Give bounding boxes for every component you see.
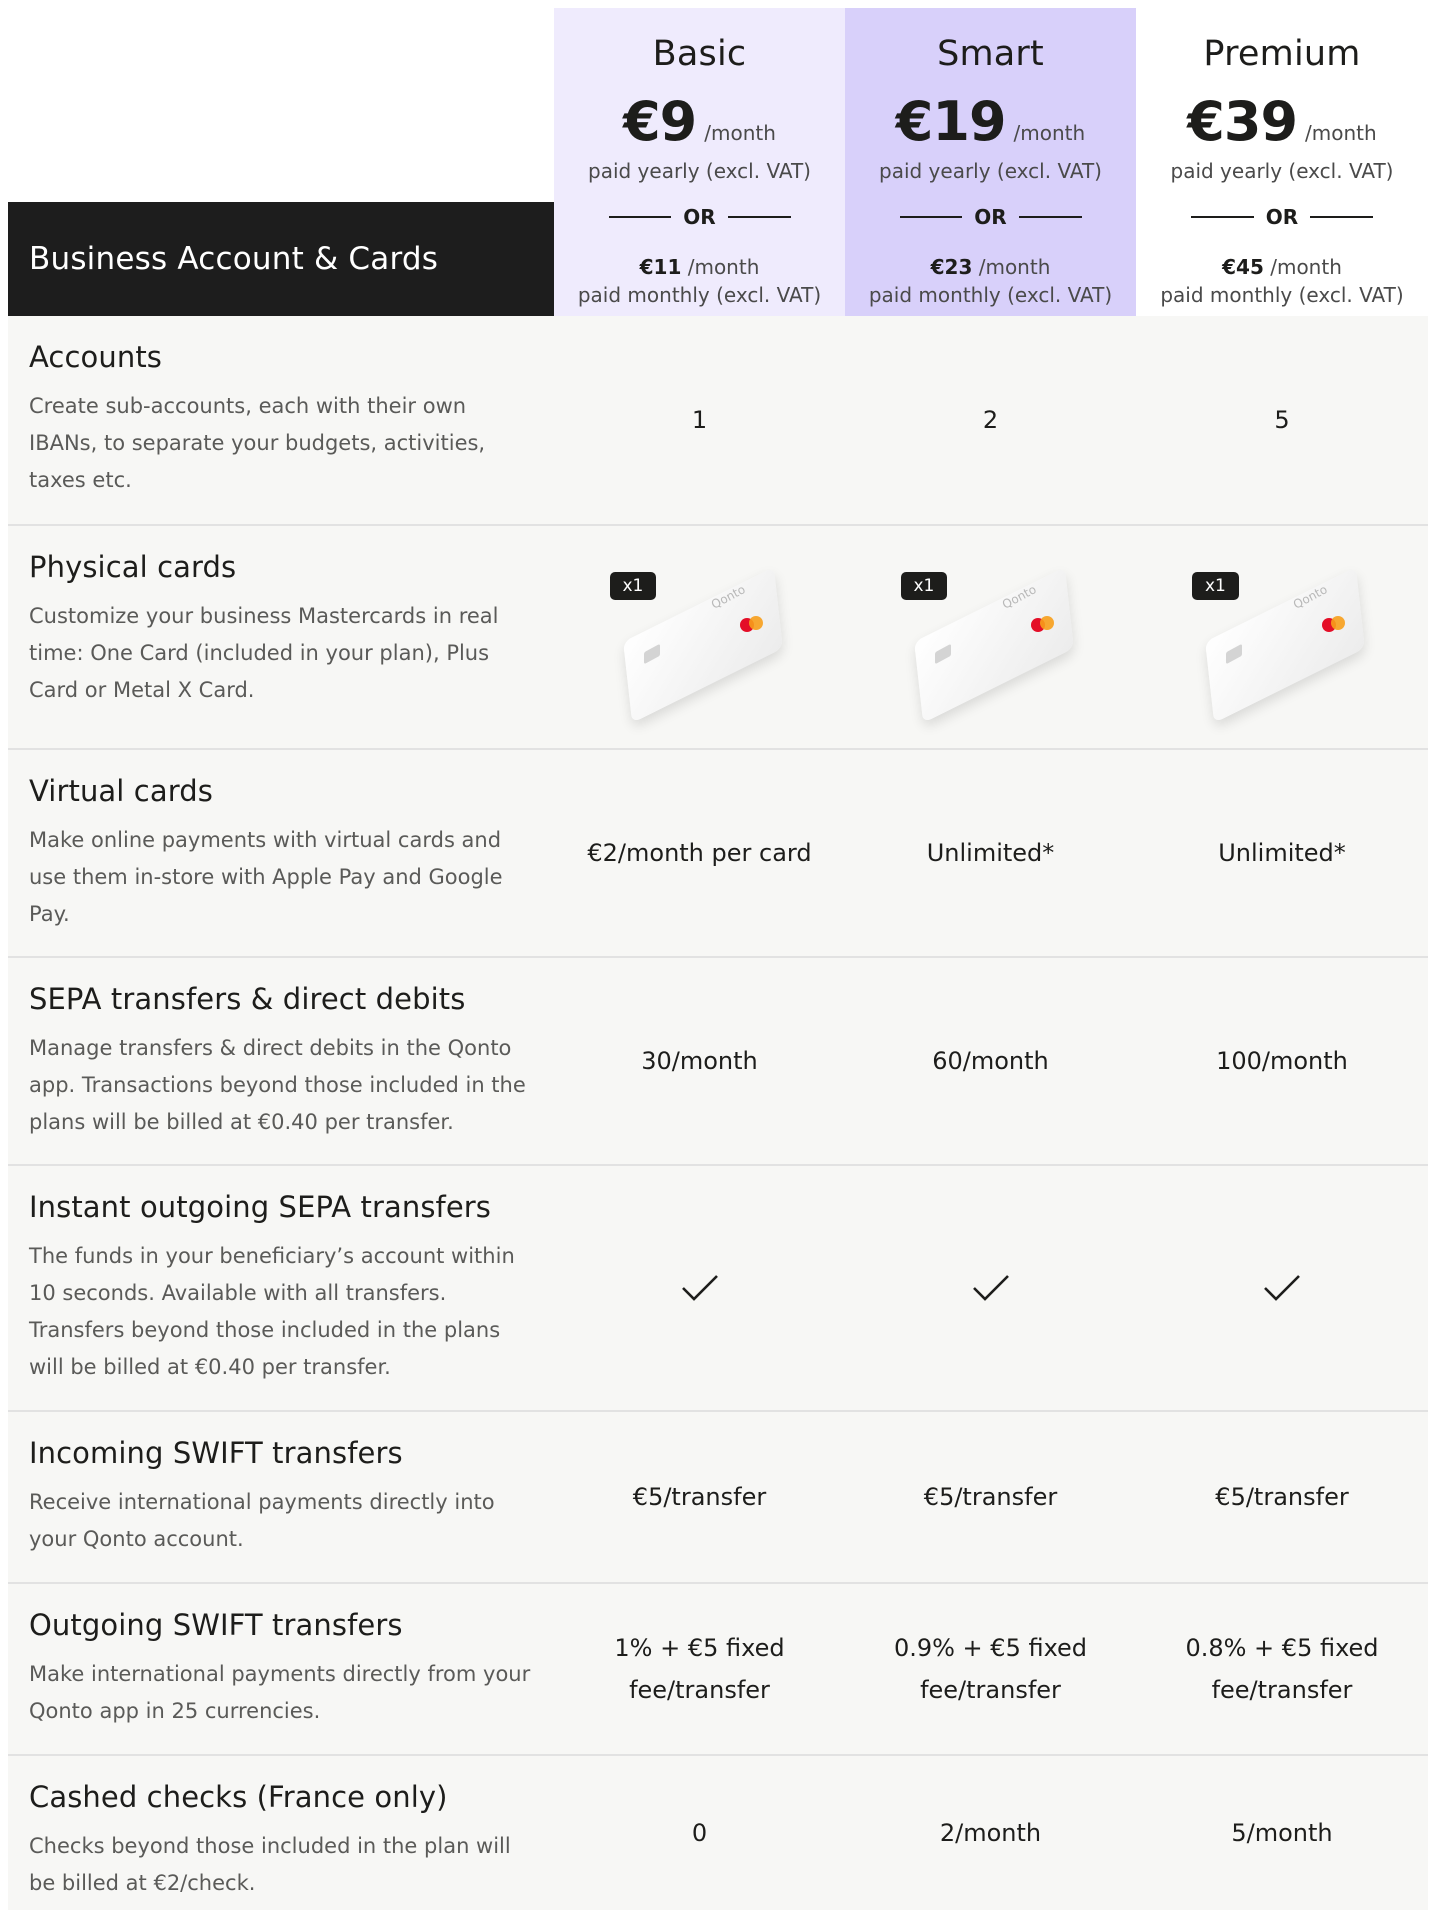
value-smart: 60/month (845, 958, 1136, 1164)
row-outgoing-swift: Outgoing SWIFT transfers Make internatio… (8, 1584, 1428, 1756)
or-divider: OR (1191, 205, 1373, 229)
plan-name: Smart (937, 34, 1044, 74)
value-smart: Unlimited* (845, 750, 1136, 956)
card-count-badge: x1 (1192, 572, 1239, 600)
check-cell-basic (554, 1166, 845, 1410)
card-cell-basic: Qonto x1 (554, 526, 845, 748)
or-divider: OR (608, 205, 791, 229)
feature-title: SEPA transfers & direct debits (29, 982, 466, 1016)
section-title: Business Account & Cards (8, 202, 554, 316)
monthly-price: €45 /month (1222, 255, 1342, 279)
value-premium: 5/month (1136, 1756, 1428, 1910)
feature-desc: Make international payments directly fro… (29, 1662, 531, 1723)
yearly-price: €39 (1187, 90, 1298, 153)
feature-cell: Incoming SWIFT transfers Receive interna… (8, 1412, 554, 1582)
price-unit: /month (1305, 121, 1377, 145)
feature-cell: Instant outgoing SEPA transfers The fund… (8, 1166, 554, 1410)
feature-title: Virtual cards (29, 774, 213, 808)
feature-desc: Checks beyond those included in the plan… (29, 1834, 511, 1895)
value-basic: €5/transfer (554, 1412, 845, 1582)
feature-desc: The funds in your beneficiary’s account … (29, 1244, 515, 1379)
value-basic: 30/month (554, 958, 845, 1164)
pricing-table: Business Account & Cards Basic €9 /month… (8, 8, 1428, 1910)
value-premium: 0.8% + €5 fixed fee/transfer (1136, 1584, 1428, 1754)
card-count-badge: x1 (609, 572, 657, 600)
monthly-note: paid monthly (excl. VAT) (577, 283, 822, 307)
feature-title: Cashed checks (France only) (29, 1780, 448, 1814)
feature-cell: Virtual cards Make online payments with … (8, 750, 554, 956)
plan-header-smart: Smart €19 /month paid yearly (excl. VAT)… (845, 8, 1136, 316)
value-basic: 0 (554, 1756, 845, 1910)
value-basic: 1 (554, 316, 845, 524)
value-smart: 2 (845, 316, 1136, 524)
check-cell-smart (845, 1166, 1136, 1410)
feature-desc: Customize your business Mastercards in r… (29, 604, 499, 702)
value-premium: €5/transfer (1136, 1412, 1428, 1582)
feature-desc: Make online payments with virtual cards … (29, 828, 503, 926)
check-icon (1264, 1275, 1300, 1301)
value-premium: 100/month (1136, 958, 1428, 1164)
feature-title: Outgoing SWIFT transfers (29, 1608, 403, 1642)
yearly-note: paid yearly (excl. VAT) (588, 159, 811, 183)
row-virtual-cards: Virtual cards Make online payments with … (8, 750, 1428, 958)
feature-desc: Create sub-accounts, each with their own… (29, 394, 486, 492)
value-premium: Unlimited* (1136, 750, 1428, 956)
feature-cell: Accounts Create sub-accounts, each with … (8, 316, 554, 524)
row-instant-sepa: Instant outgoing SEPA transfers The fund… (8, 1166, 1428, 1412)
row-accounts: Accounts Create sub-accounts, each with … (8, 316, 1428, 526)
feature-title: Instant outgoing SEPA transfers (29, 1190, 492, 1224)
feature-cell: Cashed checks (France only) Checks beyon… (8, 1756, 554, 1910)
monthly-note: paid monthly (excl. VAT) (1160, 283, 1404, 307)
row-physical-cards: Physical cards Customize your business M… (8, 526, 1428, 750)
monthly-note: paid monthly (excl. VAT) (868, 283, 1113, 307)
feature-title: Incoming SWIFT transfers (29, 1436, 403, 1470)
plan-header-basic: Basic €9 /month paid yearly (excl. VAT) … (554, 8, 845, 316)
plan-name: Basic (652, 34, 747, 74)
feature-cell: Physical cards Customize your business M… (8, 526, 554, 748)
value-smart: 0.9% + €5 fixed fee/transfer (845, 1584, 1136, 1754)
value-basic: €2/month per card (554, 750, 845, 956)
monthly-price: €23 /month (930, 255, 1051, 279)
feature-cell: SEPA transfers & direct debits Manage tr… (8, 958, 554, 1164)
check-icon (972, 1275, 1009, 1301)
check-cell-premium (1136, 1166, 1428, 1410)
card-cell-premium: Qonto x1 (1136, 526, 1428, 748)
feature-title: Physical cards (29, 550, 237, 584)
feature-desc: Receive international payments directly … (29, 1490, 495, 1551)
value-smart: 2/month (845, 1756, 1136, 1910)
yearly-price: €9 (623, 90, 697, 153)
price-unit: /month (1013, 121, 1086, 145)
card-count-badge: x1 (900, 572, 948, 600)
yearly-price: €19 (895, 90, 1007, 153)
row-sepa-transfers: SEPA transfers & direct debits Manage tr… (8, 958, 1428, 1166)
card-image: Qonto x1 (600, 567, 800, 723)
card-image: Qonto x1 (891, 567, 1091, 723)
or-divider: OR (899, 205, 1082, 229)
value-premium: 5 (1136, 316, 1428, 524)
yearly-note: paid yearly (excl. VAT) (879, 159, 1102, 183)
monthly-price: €11 /month (639, 255, 760, 279)
header-row: Business Account & Cards Basic €9 /month… (8, 8, 1428, 316)
plan-header-premium: Premium €39 /month paid yearly (excl. VA… (1136, 8, 1428, 316)
check-icon (681, 1275, 718, 1301)
yearly-note: paid yearly (excl. VAT) (1170, 159, 1394, 183)
row-cashed-checks: Cashed checks (France only) Checks beyon… (8, 1756, 1428, 1910)
price-unit: /month (704, 121, 776, 145)
plan-name: Premium (1203, 34, 1361, 74)
row-incoming-swift: Incoming SWIFT transfers Receive interna… (8, 1412, 1428, 1584)
value-smart: €5/transfer (845, 1412, 1136, 1582)
feature-cell: Outgoing SWIFT transfers Make internatio… (8, 1584, 554, 1754)
feature-title: Accounts (29, 340, 162, 374)
feature-desc: Manage transfers & direct debits in the … (29, 1036, 526, 1134)
value-basic: 1% + €5 fixed fee/transfer (554, 1584, 845, 1754)
card-image: Qonto x1 (1182, 567, 1382, 723)
card-cell-smart: Qonto x1 (845, 526, 1136, 748)
